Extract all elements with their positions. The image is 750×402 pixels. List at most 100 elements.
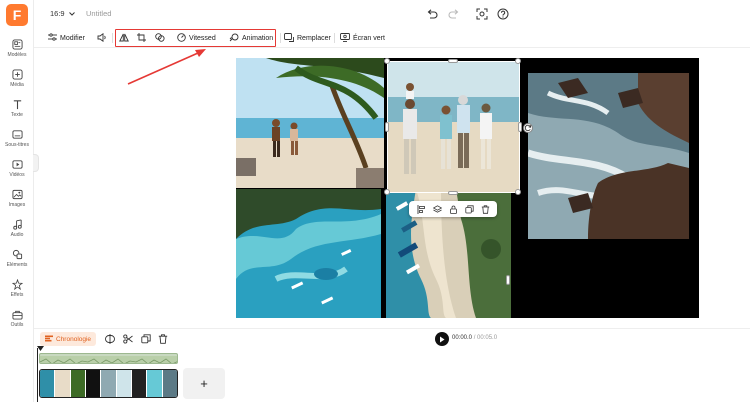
video-canvas[interactable] bbox=[236, 58, 699, 318]
photo-rocky-coast[interactable] bbox=[528, 73, 689, 239]
resize-handle-bottom[interactable] bbox=[448, 191, 458, 195]
sidebar-item-subtitles[interactable]: Sous-titres bbox=[0, 126, 34, 154]
redo-icon[interactable] bbox=[447, 7, 461, 21]
playhead[interactable] bbox=[37, 346, 44, 402]
toolbar-divider bbox=[334, 33, 335, 43]
resize-handle-bottom-left[interactable] bbox=[384, 189, 390, 195]
sliders-icon bbox=[48, 33, 57, 43]
volume-icon bbox=[97, 32, 107, 44]
sidebar-label: Images bbox=[8, 202, 26, 208]
audio-icon bbox=[11, 218, 23, 230]
scissors-icon[interactable] bbox=[123, 334, 133, 344]
resize-handle-top-left[interactable] bbox=[384, 58, 390, 64]
resize-handle-left[interactable] bbox=[385, 122, 389, 132]
sidebar-item-tools[interactable]: Outils bbox=[0, 306, 34, 334]
sidebar-label: Vidéos bbox=[9, 172, 25, 178]
modifier-label: Modifier bbox=[60, 34, 85, 42]
clip-thumbnail bbox=[162, 370, 177, 397]
replace-icon bbox=[284, 32, 294, 44]
timeline-toggle-label: Chronologie bbox=[56, 335, 92, 343]
replace-button[interactable]: Remplacer bbox=[284, 32, 331, 44]
add-clip-button[interactable]: + bbox=[183, 368, 225, 399]
time-separator: / bbox=[473, 335, 476, 341]
play-button[interactable] bbox=[435, 332, 449, 346]
logo-letter: F bbox=[12, 7, 22, 23]
duplicate-icon[interactable] bbox=[464, 204, 474, 214]
sidebar-item-elements[interactable]: Eléments bbox=[0, 246, 34, 274]
clip-thumbnail bbox=[85, 370, 102, 397]
toolbar-divider bbox=[280, 33, 281, 43]
sidebar-label: Modèles bbox=[7, 52, 27, 58]
clip-thumbnail bbox=[40, 370, 56, 397]
sidebar-item-templates[interactable]: Modèles bbox=[0, 36, 34, 64]
sidebar-label: Audio bbox=[10, 232, 24, 238]
screenshot-icon[interactable] bbox=[475, 7, 489, 21]
timeline-tracks: + bbox=[34, 346, 750, 402]
sidebar-label: Outils bbox=[10, 322, 24, 328]
timeline-icon bbox=[45, 335, 53, 344]
aspect-ratio-select[interactable]: 16:9 bbox=[50, 9, 75, 18]
sidebar-label: Texte bbox=[11, 112, 23, 118]
audio-clip[interactable] bbox=[39, 353, 178, 364]
play-icon bbox=[439, 330, 445, 348]
delete-icon[interactable] bbox=[158, 334, 168, 344]
align-icon[interactable] bbox=[416, 204, 426, 214]
sidebar-item-effects[interactable]: Effets bbox=[0, 276, 34, 304]
sidebar-label: Eléments bbox=[6, 262, 28, 268]
app-logo[interactable]: F bbox=[6, 4, 28, 26]
rotate-handle[interactable] bbox=[523, 123, 533, 133]
sidebar-item-images[interactable]: Images bbox=[0, 186, 34, 214]
video-clip[interactable] bbox=[39, 369, 178, 398]
sidebar-item-videos[interactable]: Vidéos bbox=[0, 156, 34, 184]
green-screen-icon bbox=[340, 32, 350, 44]
add-label: + bbox=[200, 376, 208, 391]
lock-icon[interactable] bbox=[448, 204, 458, 214]
volume-button[interactable] bbox=[97, 32, 107, 44]
undo-icon[interactable] bbox=[425, 7, 439, 21]
selection-frame bbox=[387, 61, 520, 193]
sidebar-collapse-handle[interactable] bbox=[33, 154, 39, 172]
timeline-toggle-button[interactable]: Chronologie bbox=[40, 332, 97, 346]
delete-icon[interactable] bbox=[480, 204, 490, 214]
sidebar-item-media[interactable]: Média bbox=[0, 66, 34, 94]
sidebar-item-audio[interactable]: Audio bbox=[0, 216, 34, 244]
chevron-down-icon bbox=[68, 9, 75, 18]
green-screen-button[interactable]: Écran vert bbox=[340, 32, 385, 44]
elements-icon bbox=[11, 248, 23, 260]
photo-aerial-lagoon[interactable] bbox=[236, 189, 381, 318]
photo-beach-couple[interactable] bbox=[236, 58, 384, 188]
resize-handle-bottom-right[interactable] bbox=[515, 189, 521, 195]
playhead-marker[interactable] bbox=[37, 346, 44, 351]
video-icon bbox=[11, 158, 23, 170]
clip-thumbnail bbox=[131, 370, 148, 397]
highlight-box bbox=[115, 29, 276, 47]
playback-time: 00:00.0 / 00:05.0 bbox=[452, 335, 497, 341]
left-sidebar: F Modèles Média Texte Sous-titres Vidéos… bbox=[0, 0, 34, 402]
sidebar-label: Effets bbox=[10, 292, 24, 298]
media-icon bbox=[11, 68, 23, 80]
text-icon bbox=[11, 98, 23, 110]
resize-handle-top[interactable] bbox=[448, 59, 458, 63]
aspect-ratio-value: 16:9 bbox=[50, 9, 65, 18]
total-duration: 00:05.0 bbox=[477, 335, 498, 341]
layers-icon[interactable] bbox=[432, 204, 442, 214]
resize-handle-right[interactable] bbox=[518, 122, 522, 132]
sidebar-label: Média bbox=[10, 82, 24, 88]
document-title[interactable]: Untitled bbox=[86, 9, 111, 18]
editor-app: F Modèles Média Texte Sous-titres Vidéos… bbox=[0, 0, 750, 402]
clip-thumbnail bbox=[55, 370, 71, 397]
help-icon[interactable] bbox=[496, 7, 510, 21]
timeline-controls: Chronologie 00:00.0 / 00:05.0 bbox=[34, 328, 750, 348]
current-time: 00:00.0 bbox=[452, 335, 473, 341]
sidebar-item-text[interactable]: Texte bbox=[0, 96, 34, 124]
green-screen-label: Écran vert bbox=[353, 34, 385, 42]
split-icon[interactable] bbox=[105, 334, 115, 344]
top-bar: 16:9 Untitled bbox=[34, 0, 750, 28]
tools-icon bbox=[11, 308, 23, 320]
toolbar-divider bbox=[112, 33, 113, 43]
modifier-button[interactable]: Modifier bbox=[48, 32, 85, 44]
resize-handle-side[interactable] bbox=[506, 275, 510, 285]
clip-thumbnail bbox=[116, 370, 132, 397]
resize-handle-top-right[interactable] bbox=[515, 58, 521, 64]
duplicate-icon[interactable] bbox=[141, 334, 151, 344]
